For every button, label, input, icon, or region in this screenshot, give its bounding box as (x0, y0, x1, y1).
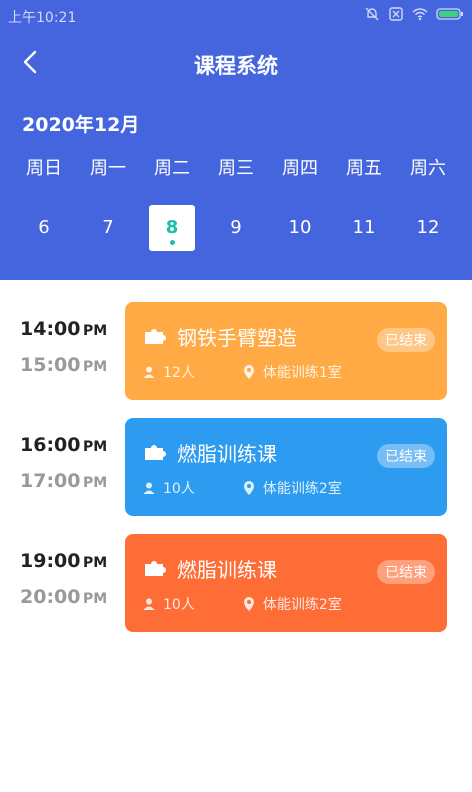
wifi-icon (412, 6, 428, 22)
mute-icon (364, 6, 380, 22)
course-row: 14:00 PM 15:00 PM 钢铁手臂塑造 已结束 12人 体能训练1室 (0, 302, 472, 400)
start-ampm: PM (83, 323, 108, 339)
date-cell-selected[interactable]: 8 (149, 205, 195, 251)
location-pin-icon (243, 597, 255, 611)
date-cell[interactable]: 12 (405, 205, 451, 251)
start-time: 14:00 (20, 318, 81, 340)
location-label: 体能训练1室 (262, 365, 342, 381)
date-cell[interactable]: 7 (85, 205, 131, 251)
start-time: 19:00 (20, 550, 81, 572)
location-label: 体能训练2室 (262, 481, 342, 497)
date-cell[interactable]: 6 (21, 205, 67, 251)
date-cell[interactable]: 11 (341, 205, 387, 251)
status-badge: 已结束 (377, 444, 435, 468)
page-title: 课程系统 (194, 54, 278, 78)
puzzle-icon (143, 558, 167, 578)
selected-dot (170, 240, 175, 245)
course-row: 16:00 PM 17:00 PM 燃脂训练课 已结束 10人 体能训练2室 (0, 418, 472, 516)
start-time: 16:00 (20, 434, 81, 456)
date-number: 8 (165, 217, 179, 238)
start-ampm: PM (83, 439, 108, 455)
end-ampm: PM (83, 475, 108, 491)
month-label: 2020年12月 (22, 114, 140, 136)
status-badge: 已结束 (377, 328, 435, 352)
people-count: 12人 (163, 365, 195, 381)
person-icon (143, 598, 155, 610)
sim-off-icon (388, 6, 404, 22)
person-icon (143, 482, 155, 494)
weekday-label: 周五 (346, 158, 382, 179)
date-cell[interactable]: 10 (277, 205, 323, 251)
start-ampm: PM (83, 555, 108, 571)
weekday-label: 周三 (218, 158, 254, 179)
course-title: 燃脂训练课 (177, 558, 277, 582)
puzzle-icon (143, 326, 167, 346)
puzzle-icon (143, 442, 167, 462)
end-time: 20:00 (20, 586, 81, 608)
location-pin-icon (243, 365, 255, 379)
course-card[interactable]: 燃脂训练课 已结束 10人 体能训练2室 (125, 418, 447, 516)
weekday-label: 周一 (90, 158, 126, 179)
course-title: 钢铁手臂塑造 (177, 326, 297, 350)
end-ampm: PM (83, 591, 108, 607)
location-pin-icon (243, 481, 255, 495)
person-icon (143, 366, 155, 378)
weekday-label: 周二 (154, 158, 190, 179)
end-ampm: PM (83, 359, 108, 375)
status-time: 上午10:21 (8, 10, 77, 26)
people-count: 10人 (163, 481, 195, 497)
end-time: 15:00 (20, 354, 81, 376)
weekday-row: 周日 周一 周二 周三 周四 周五 周六 (12, 154, 460, 180)
course-row: 19:00 PM 20:00 PM 燃脂训练课 已结束 10人 体能训练2室 (0, 534, 472, 632)
course-title: 燃脂训练课 (177, 442, 277, 466)
weekday-label: 周日 (26, 158, 62, 179)
course-card[interactable]: 燃脂训练课 已结束 10人 体能训练2室 (125, 534, 447, 632)
weekday-label: 周六 (410, 158, 446, 179)
status-badge: 已结束 (377, 560, 435, 584)
end-time: 17:00 (20, 470, 81, 492)
status-bar: 上午10:21 (0, 0, 472, 32)
header: 上午10:21 课程系统 2020年12月 周日 周一 周二 周三 周四 周五 … (0, 0, 472, 280)
date-row: 6 7 8 9 10 11 12 (12, 205, 460, 251)
weekday-label: 周四 (282, 158, 318, 179)
people-count: 10人 (163, 597, 195, 613)
course-card[interactable]: 钢铁手臂塑造 已结束 12人 体能训练1室 (125, 302, 447, 400)
battery-icon (436, 6, 464, 22)
date-cell[interactable]: 9 (213, 205, 259, 251)
location-label: 体能训练2室 (262, 597, 342, 613)
